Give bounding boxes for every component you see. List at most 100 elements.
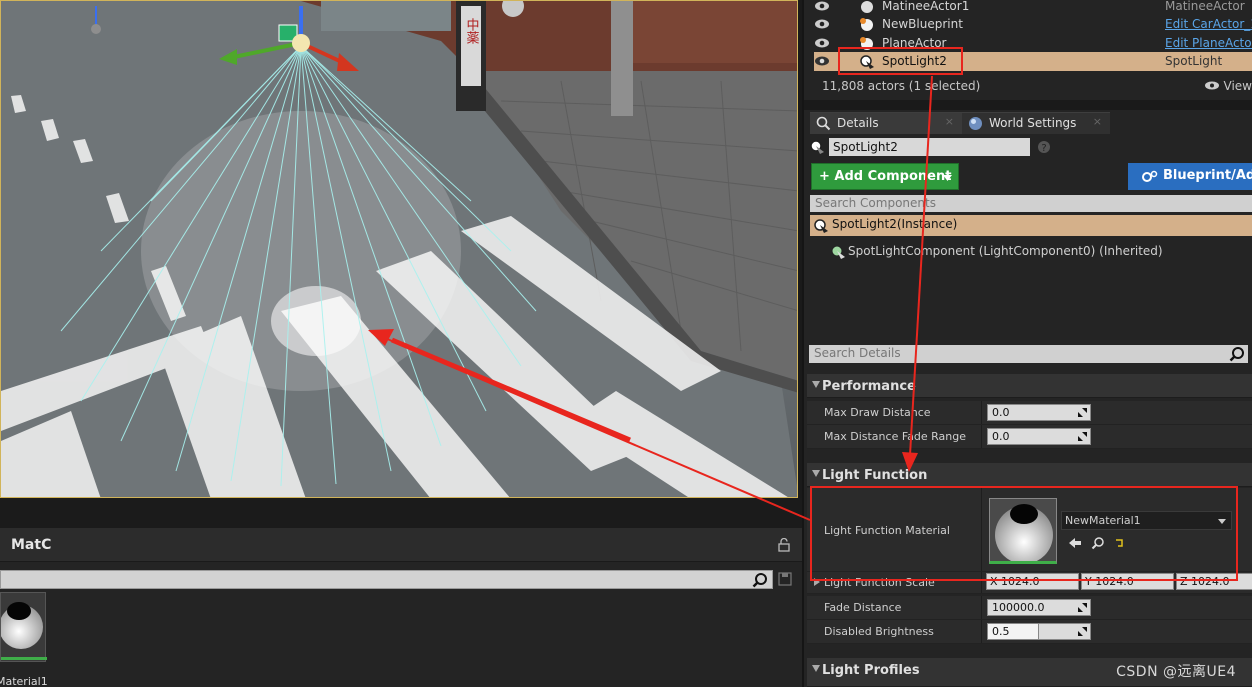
search-details-input[interactable]: Search Details [809,345,1248,363]
add-component-label: + Add Component [819,169,952,184]
outliner-row[interactable]: MatineeActor1 MatineeActor [814,0,1252,16]
outliner-item-name: SpotLight2 [882,54,947,68]
expand-arrow-icon [812,665,820,672]
back-arrow-icon[interactable] [1068,536,1082,550]
property-divider [981,620,982,643]
content-browser-search-input[interactable] [0,570,773,589]
material-sphere-preview [990,499,1056,561]
blueprint-add-script-button[interactable]: Blueprint/Add [1128,163,1252,190]
outliner-row-selected[interactable]: SpotLight2 SpotLight [814,52,1252,71]
gears-icon [1142,170,1158,182]
material-sphere-preview [0,602,47,660]
material-asset-value: NewMaterial1 [1065,514,1141,527]
property-label: Max Distance Fade Range [824,430,967,443]
scale-z-field[interactable]: Z 1024.0 [1176,573,1252,590]
category-performance[interactable]: Performance [807,374,1252,398]
property-divider [981,401,982,424]
search-components-input[interactable]: Search Components [810,195,1252,212]
material-thumbnail[interactable] [989,498,1057,564]
view-options-button[interactable]: View [1204,79,1252,93]
property-divider [981,425,982,448]
field-value: 0.0 [992,430,1010,443]
category-light-function[interactable]: Light Function [807,463,1252,487]
spotlight-icon [814,219,828,233]
actor-icon [860,18,873,31]
resize-arrows-icon [1078,627,1087,636]
close-icon[interactable]: × [1093,115,1102,128]
eye-icon[interactable] [814,0,830,12]
browse-icon[interactable] [1091,536,1105,550]
panel-gap [0,498,802,528]
scale-y-field[interactable]: Y 1024.0 [1081,573,1174,590]
disabled-brightness-slider[interactable]: 0.5 [987,623,1091,640]
content-browser-title: MatC [11,537,52,553]
help-icon[interactable]: ? [1037,140,1051,154]
blueprint-add-label: Blueprint/Add [1163,168,1252,183]
property-fade-distance: Fade Distance 100000.0 [807,596,1252,620]
property-divider [981,596,982,619]
component-row[interactable]: SpotLightComponent (LightComponent0) (In… [830,242,1250,261]
max-distance-fade-field[interactable]: 0.0 [987,428,1091,445]
material-thumbnail[interactable] [0,592,47,662]
actor-count: 11,808 actors (1 selected) [822,79,981,93]
edit-blueprint-link[interactable]: Edit PlaneActor [1165,36,1252,50]
category-light-profiles-label: Light Profiles [822,663,920,678]
reset-icon[interactable] [1113,536,1127,550]
watermark-text: CSDN @远离UE4 [1116,664,1236,680]
search-icon[interactable] [752,572,768,588]
property-disabled-brightness: Disabled Brightness 0.5 [807,620,1252,644]
property-light-function-scale: Light Function Scale X 1024.0 Y 1024.0 Z… [807,572,1252,594]
view-options-label: View [1223,79,1252,93]
outliner-item-type: SpotLight [1165,54,1223,68]
outliner-item-name: MatineeActor1 [882,0,970,13]
save-icon[interactable] [778,572,792,586]
resize-arrows-icon [1078,603,1087,612]
right-panel: MatineeActor1 MatineeActor NewBlueprint … [802,0,1252,687]
outliner-item-name: NewBlueprint [882,17,963,31]
tab-details[interactable]: Details × [810,112,962,134]
lock-icon[interactable] [778,538,790,552]
search-icon [816,116,831,131]
category-light-function-label: Light Function [822,468,928,483]
shop-sign-text: 中薬 [464,18,480,44]
property-divider [981,572,982,593]
outliner-row[interactable]: NewBlueprint Edit CarActor_1 [814,15,1252,34]
property-label: Fade Distance [824,601,902,614]
field-value: 0.0 [992,406,1010,419]
eye-icon[interactable] [814,55,830,67]
material-thumbnail-label: Material1 [0,675,48,687]
property-label: Light Function Scale [824,576,935,589]
eye-icon[interactable] [814,37,830,49]
expand-arrow-icon[interactable] [814,578,820,586]
outliner-row[interactable]: PlaneActor Edit PlaneActor [814,34,1252,53]
spotlight-icon [860,55,874,69]
outliner-item-name: PlaneActor [882,36,947,50]
component-instance-row[interactable]: SpotLight2(Instance) [810,215,1252,236]
property-max-distance-fade-range: Max Distance Fade Range 0.0 [807,425,1252,449]
chevron-down-icon [1218,519,1226,524]
search-icon[interactable] [1229,346,1245,362]
component-label: SpotLightComponent (LightComponent0) (In… [848,244,1163,258]
max-draw-distance-field[interactable]: 0.0 [987,404,1091,421]
fade-distance-field[interactable]: 100000.0 [987,599,1091,616]
spotlight-icon [810,140,824,154]
property-max-draw-distance: Max Draw Distance 0.0 [807,401,1252,425]
material-asset-dropdown[interactable]: NewMaterial1 [1061,511,1232,530]
actor-icon [861,1,873,13]
level-viewport[interactable]: 中薬 [0,0,798,498]
tab-world-settings-label: World Settings [989,116,1077,130]
eye-icon[interactable] [814,18,830,30]
resize-arrows-icon [1078,432,1087,441]
expand-arrow-icon [812,381,820,388]
actor-name-input[interactable]: SpotLight2 [829,138,1030,156]
search-details-placeholder: Search Details [814,346,901,360]
tab-world-settings[interactable]: World Settings × [962,112,1110,134]
edit-blueprint-link[interactable]: Edit CarActor_1 [1165,17,1252,31]
close-icon[interactable]: × [945,115,954,128]
actor-icon [860,37,873,50]
scale-x-field[interactable]: X 1024.0 [986,573,1079,590]
component-instance-label: SpotLight2(Instance) [832,217,958,231]
field-value: 100000.0 [992,601,1045,614]
add-component-button[interactable]: + Add Component [811,163,959,190]
globe-icon [969,117,982,130]
